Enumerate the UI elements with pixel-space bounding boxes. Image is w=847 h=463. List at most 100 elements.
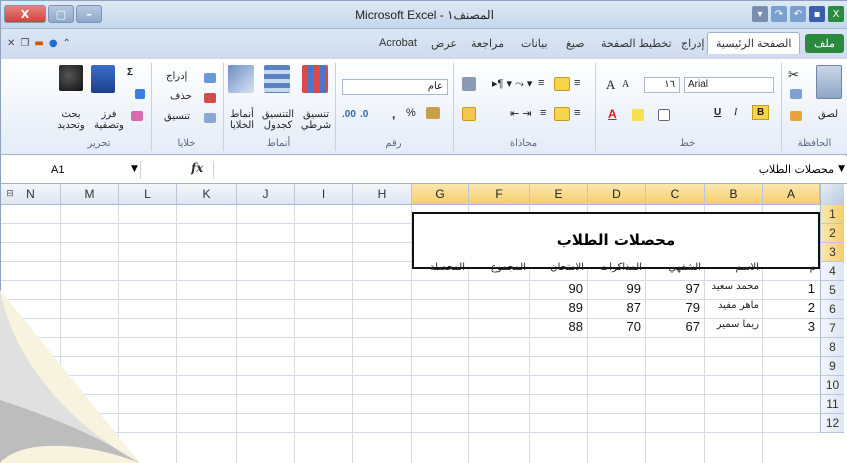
align-left-icon[interactable]: ≡	[540, 107, 546, 119]
underline-button[interactable]: U	[714, 107, 721, 118]
tab-page-layout[interactable]: تخطيط الصفحة	[601, 37, 672, 50]
increase-decimal-button[interactable]: .00	[342, 109, 356, 120]
bold-button[interactable]: B	[752, 105, 770, 120]
tab-view[interactable]: عرض	[431, 37, 457, 50]
tab-acrobat[interactable]: Acrobat	[379, 37, 417, 49]
insert-function-button[interactable]: fx	[191, 161, 203, 175]
format-cells-button[interactable]: تنسيق	[164, 111, 190, 122]
autosum-icon[interactable]: Σ	[127, 67, 133, 78]
borders-icon[interactable]	[658, 109, 670, 121]
row-header-5[interactable]: 5	[820, 281, 844, 300]
font-name-dropdown[interactable]: Arial	[684, 77, 774, 93]
tab-home[interactable]: الصفحة الرئيسية	[707, 32, 801, 54]
cell-tests-score[interactable]: 99	[588, 281, 645, 300]
row-header-2[interactable]: 2	[820, 224, 844, 243]
cell-number[interactable]: 3	[763, 319, 819, 338]
cell-student-name[interactable]: ماهر مفيد	[705, 300, 762, 319]
cell-number[interactable]: 2	[763, 300, 819, 319]
column-header-i[interactable]: I	[295, 184, 353, 205]
undo-icon[interactable]: ↶	[790, 6, 806, 22]
tab-review[interactable]: مراجعة	[471, 37, 504, 50]
copy-icon[interactable]	[790, 89, 802, 99]
font-color-icon[interactable]: A	[608, 107, 617, 121]
align-center-icon[interactable]	[554, 107, 570, 121]
row-header-8[interactable]: 8	[820, 338, 844, 357]
column-header-d[interactable]: D	[588, 184, 646, 205]
format-as-table-button[interactable]: التنسيق كجدول	[258, 109, 298, 131]
column-header-h[interactable]: H	[353, 184, 412, 205]
merge-center-icon[interactable]	[462, 107, 476, 121]
cell-student-name[interactable]: ريما سمير	[705, 319, 762, 338]
column-header-l[interactable]: L	[119, 184, 177, 205]
fill-color-icon[interactable]	[632, 109, 644, 121]
conditional-formatting-button[interactable]: تنسيق شرطي	[298, 109, 334, 131]
close-workbook-icon[interactable]: ✕	[7, 38, 15, 49]
header-cell-b[interactable]: الاسم	[705, 262, 762, 281]
cell-tests-score[interactable]: 87	[588, 300, 645, 319]
cell-oral-score[interactable]: 97	[646, 281, 704, 300]
column-header-a[interactable]: A	[763, 184, 820, 205]
header-cell-g[interactable]: المحصلة	[412, 262, 468, 281]
align-middle-icon[interactable]	[554, 77, 570, 91]
save-icon[interactable]: ▪	[809, 6, 825, 22]
number-format-dropdown[interactable]: عام	[342, 79, 448, 95]
minimize-ribbon-icon[interactable]: ▬	[34, 38, 43, 49]
row-header-4[interactable]: 4	[820, 262, 844, 281]
cut-icon[interactable]: ✂	[788, 67, 799, 83]
ribbon-collapse-icon[interactable]: ⌃	[63, 38, 71, 49]
cell-student-name[interactable]: محمد سعيد	[705, 281, 762, 300]
row-header-7[interactable]: 7	[820, 319, 844, 338]
cell-oral-score[interactable]: 67	[646, 319, 704, 338]
row-header-6[interactable]: 6	[820, 300, 844, 319]
row-header-1[interactable]: 1	[820, 205, 844, 224]
restore-workbook-icon[interactable]: ❐	[20, 38, 29, 49]
header-cell-e[interactable]: الامتحان	[530, 262, 587, 281]
cell-oral-score[interactable]: 79	[646, 300, 704, 319]
align-top-icon[interactable]: ≡	[538, 77, 544, 89]
cell-styles-button[interactable]: أنماط الخلايا	[224, 109, 260, 131]
cell-exam-score[interactable]: 88	[530, 319, 587, 338]
fill-icon[interactable]	[135, 89, 145, 99]
paste-icon[interactable]	[816, 65, 842, 99]
row-header-3[interactable]: 3	[820, 243, 844, 262]
cell-tests-score[interactable]: 70	[588, 319, 645, 338]
cell-exam-score[interactable]: 90	[530, 281, 587, 300]
row-header-12[interactable]: 12	[820, 414, 844, 433]
decrease-decimal-button[interactable]: .0	[360, 109, 368, 120]
indent-icons[interactable]: ⇤ ⇥	[510, 107, 532, 120]
tab-file[interactable]: ملف	[805, 34, 844, 53]
tab-formulas[interactable]: صيغ	[566, 37, 585, 50]
column-header-g[interactable]: G	[412, 184, 469, 205]
formula-input[interactable]: محصلات الطلاب	[213, 161, 834, 179]
clear-icon[interactable]	[131, 111, 143, 121]
row-header-9[interactable]: 9	[820, 357, 844, 376]
percent-button[interactable]: %	[406, 107, 416, 119]
font-size-dropdown[interactable]: ١٦	[644, 77, 680, 93]
header-cell-c[interactable]: الشفهي	[646, 262, 704, 281]
column-header-f[interactable]: F	[469, 184, 530, 205]
delete-cells-button[interactable]: حذف	[170, 91, 192, 102]
cell-styles-icon[interactable]	[228, 65, 254, 93]
find-select-icon[interactable]	[59, 65, 83, 91]
grow-font-button[interactable]: A	[606, 77, 615, 93]
name-box-dropdown-icon[interactable]: ▼	[131, 164, 138, 174]
paste-button[interactable]: لصق	[818, 109, 838, 120]
shrink-font-button[interactable]: A	[622, 79, 629, 90]
help-icon[interactable]: ●	[49, 38, 58, 49]
row-header-11[interactable]: 11	[820, 395, 844, 414]
italic-button[interactable]: I	[734, 107, 737, 118]
name-box[interactable]: A1	[21, 161, 141, 179]
header-cell-f[interactable]: المجموع	[469, 262, 529, 281]
header-cell-d[interactable]: المذاكرات	[588, 262, 645, 281]
comma-style-button[interactable]: ,	[392, 107, 395, 121]
sort-filter-icon[interactable]	[91, 65, 115, 93]
expand-formula-bar-icon[interactable]: ▼	[838, 164, 845, 174]
header-cell-a[interactable]: م	[763, 262, 819, 281]
column-header-e[interactable]: E	[530, 184, 588, 205]
accounting-format-icon[interactable]	[426, 107, 440, 119]
redo-icon[interactable]: ↷	[771, 6, 787, 22]
insert-cells-button[interactable]: إدراج	[166, 71, 187, 82]
tab-insert[interactable]: إدراج	[681, 37, 704, 50]
merged-title-cell[interactable]: محصلات الطلاب	[412, 212, 820, 269]
format-painter-icon[interactable]	[790, 111, 802, 121]
